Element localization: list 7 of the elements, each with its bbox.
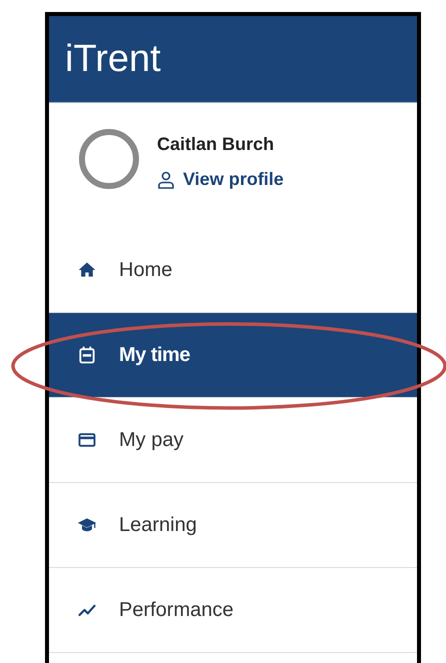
- app-title: iTrent: [65, 40, 161, 78]
- user-name: Caitlan Burch: [157, 133, 276, 156]
- nav-item[interactable]: My time: [49, 313, 417, 398]
- calendar-icon: [77, 345, 97, 365]
- person-icon: [157, 170, 175, 188]
- view-profile-link[interactable]: View profile: [157, 166, 284, 193]
- avatar-icon: [79, 129, 139, 189]
